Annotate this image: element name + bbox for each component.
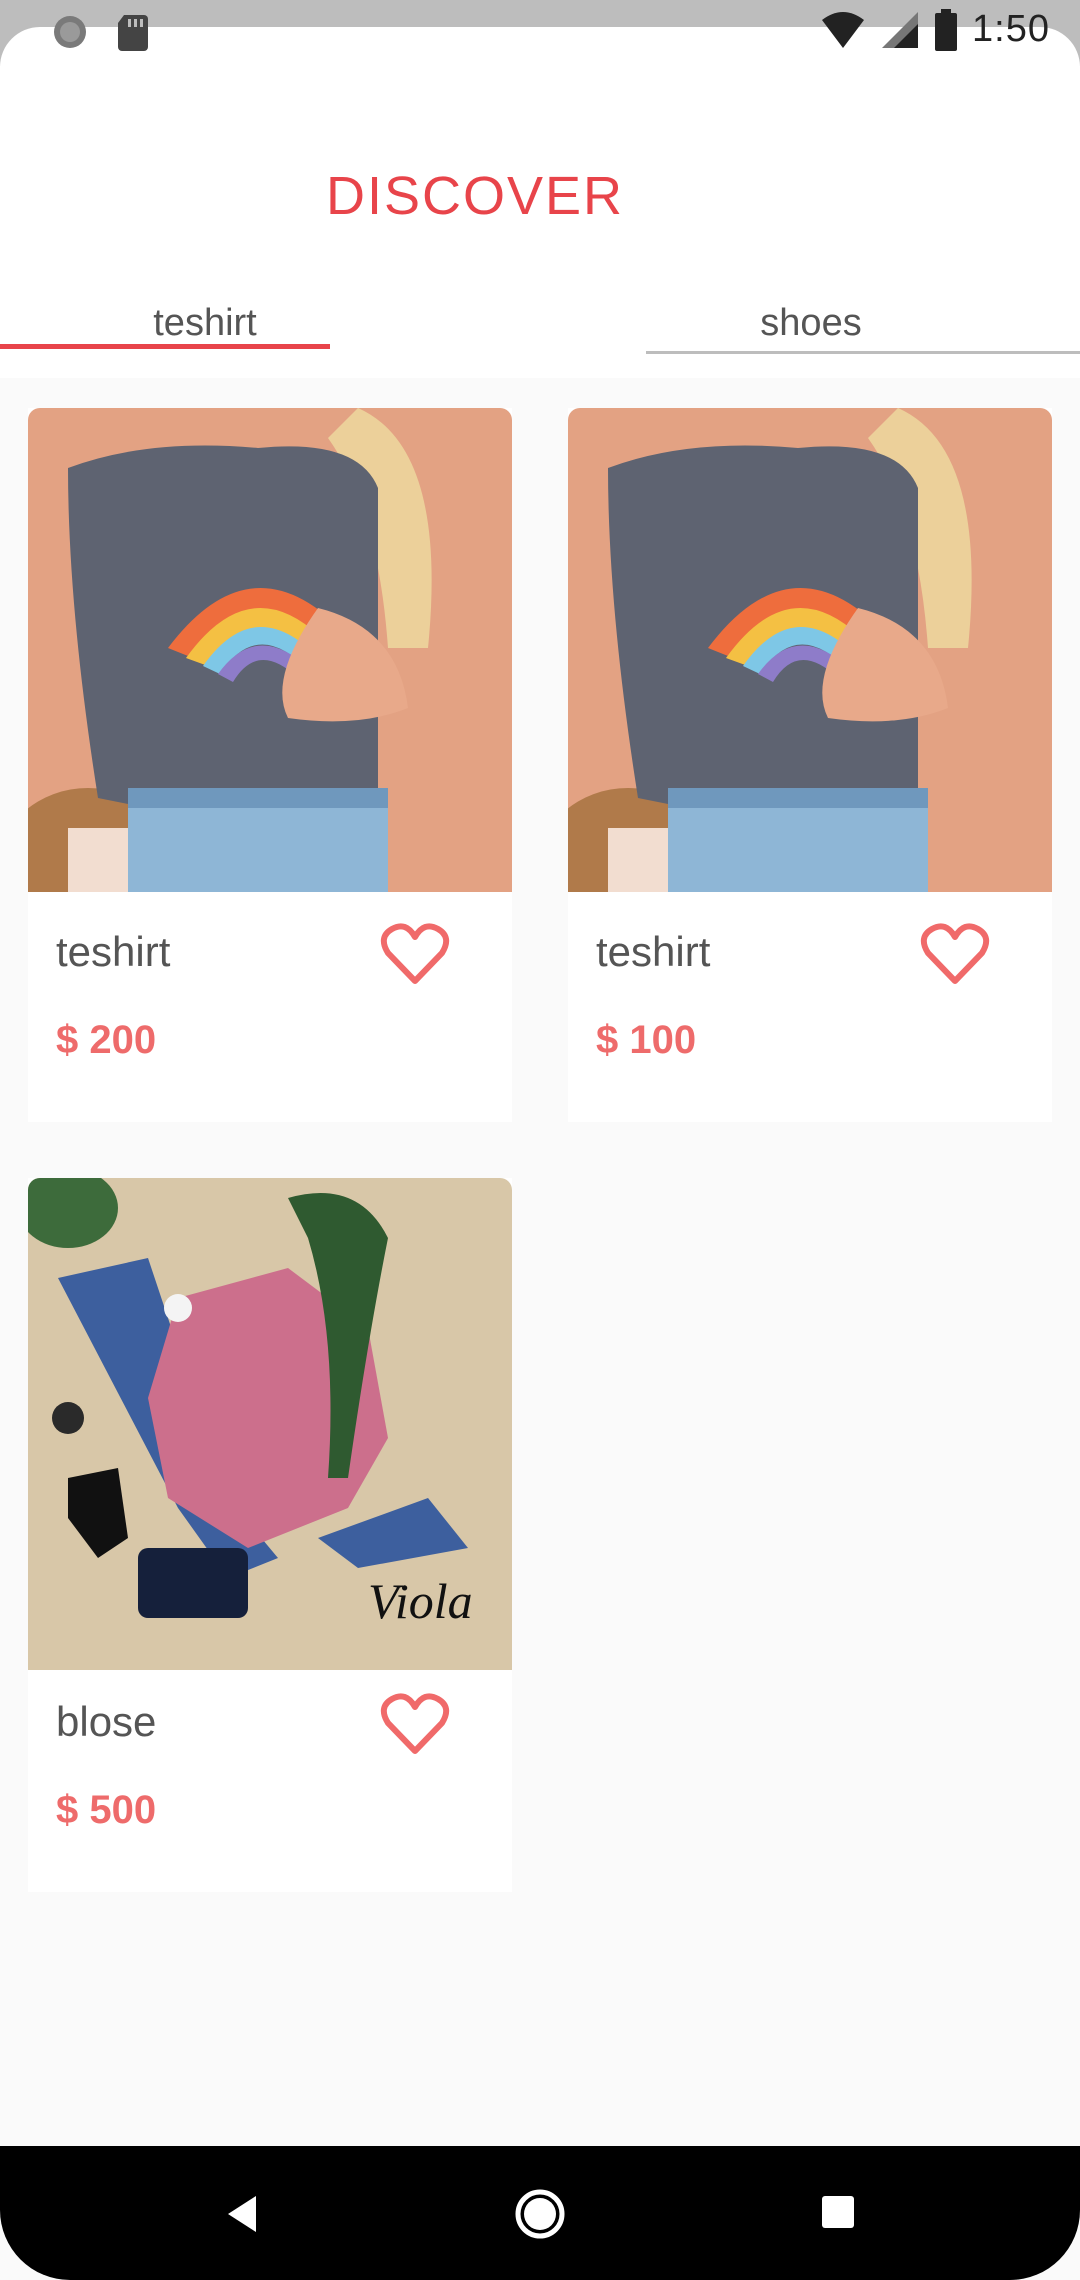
heart-outline-icon[interactable] [380, 923, 450, 987]
product-price: $ 500 [56, 1788, 157, 1832]
tab-teshirt[interactable]: teshirt [0, 296, 330, 350]
product-name: teshirt [56, 928, 171, 975]
recents-icon[interactable] [820, 2194, 856, 2230]
product-card[interactable]: Viola blose $ 500 [28, 1178, 512, 1892]
product-price: $ 100 [596, 1018, 697, 1062]
product-price: $ 200 [56, 1018, 157, 1062]
navigation-bar [0, 2146, 1080, 2280]
heart-outline-icon[interactable] [920, 923, 990, 987]
status-time: 1:50 [972, 8, 1050, 50]
tab-divider [646, 351, 1080, 354]
product-name: teshirt [596, 928, 711, 975]
status-right-icons: 1:50 [820, 8, 1050, 51]
tab-shoes[interactable]: shoes [646, 296, 976, 350]
heart-outline-icon[interactable] [380, 1693, 450, 1757]
product-card[interactable]: teshirt $ 200 [28, 408, 512, 1122]
product-name: blose [56, 1698, 157, 1745]
sd-card-icon [118, 15, 148, 51]
circle-status-icon [54, 16, 86, 48]
product-image: Viola [28, 1178, 512, 1670]
status-bar: 1:50 [0, 0, 1080, 67]
battery-icon [935, 8, 958, 51]
product-card[interactable]: teshirt $ 100 [568, 408, 1052, 1122]
wifi-icon [822, 11, 865, 48]
tab-selected-indicator [0, 344, 330, 349]
page-title: DISCOVER [325, 166, 625, 226]
back-icon[interactable] [222, 2192, 262, 2236]
home-icon[interactable] [514, 2188, 566, 2240]
signal-icon [882, 11, 919, 48]
svg-text:Viola: Viola [368, 1573, 473, 1629]
status-left-icons [50, 12, 150, 52]
product-image [568, 408, 1052, 892]
product-image [28, 408, 512, 892]
